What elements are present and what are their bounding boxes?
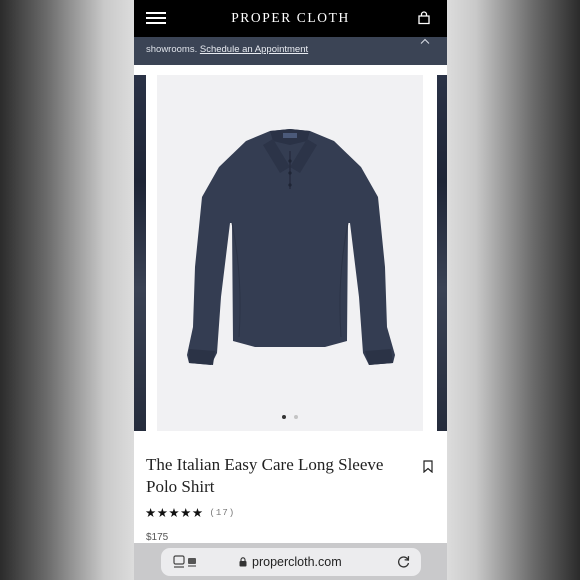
lock-icon: [239, 557, 247, 567]
banner-message: showrooms. Schedule an Appointment: [146, 44, 308, 55]
review-count[interactable]: (17): [210, 508, 236, 518]
appointment-banner: showrooms. Schedule an Appointment: [134, 37, 447, 65]
carousel-dot-2[interactable]: [294, 415, 298, 419]
banner-text: showrooms.: [146, 44, 198, 55]
product-title: The Italian Easy Care Long Sleeve Polo S…: [146, 455, 384, 496]
top-navigation-bar: PROPER CLOTH: [134, 0, 447, 37]
chevron-up-icon[interactable]: [420, 38, 430, 44]
brand-logo[interactable]: PROPER CLOTH: [134, 10, 447, 26]
reload-icon[interactable]: [396, 554, 411, 569]
address-bar[interactable]: propercloth.com: [161, 548, 421, 576]
product-image[interactable]: [157, 75, 423, 431]
schedule-appointment-link[interactable]: Schedule an Appointment: [200, 44, 308, 55]
url-text[interactable]: propercloth.com: [252, 555, 342, 569]
phone-screen: PROPER CLOTH showrooms. Schedule an Appo…: [134, 0, 447, 580]
product-price: $175: [146, 532, 169, 543]
shopping-bag-icon[interactable]: [417, 11, 431, 25]
next-image-peek[interactable]: [437, 75, 447, 431]
product-image-gallery[interactable]: [134, 75, 447, 431]
carousel-indicators: [157, 415, 423, 419]
browser-bottom-bar: propercloth.com: [134, 543, 447, 580]
previous-image-peek[interactable]: [134, 75, 146, 431]
product-rating[interactable]: ★★★★★ (17): [145, 505, 235, 520]
reader-mode-icon[interactable]: [173, 555, 197, 569]
bookmark-icon[interactable]: [423, 460, 433, 473]
carousel-dot-1[interactable]: [282, 415, 286, 419]
polo-shirt-image: [187, 129, 395, 365]
rating-stars: ★★★★★: [145, 506, 204, 520]
